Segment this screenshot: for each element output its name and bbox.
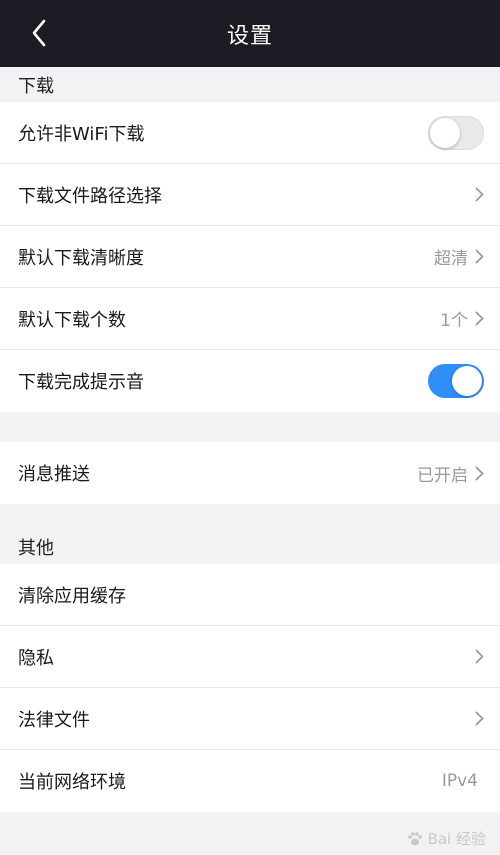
setting-row-push-notifications[interactable]: 消息推送 已开启	[0, 442, 500, 504]
chevron-right-icon	[474, 649, 484, 665]
setting-row-clear-cache[interactable]: 清除应用缓存	[0, 564, 500, 626]
setting-row-network-environment: 当前网络环境 IPv4	[0, 750, 500, 812]
toggle-knob	[430, 117, 460, 148]
setting-label: 法律文件	[18, 709, 90, 731]
setting-row-download-path[interactable]: 下载文件路径选择	[0, 164, 500, 226]
setting-label: 允许非WiFi下载	[18, 123, 145, 145]
setting-label: 默认下载清晰度	[18, 247, 144, 269]
allow-non-wifi-toggle[interactable]	[428, 115, 484, 150]
complete-sound-toggle[interactable]	[428, 364, 484, 398]
paw-icon	[406, 830, 424, 848]
setting-label: 隐私	[18, 647, 54, 669]
setting-row-default-count[interactable]: 默认下载个数 1个	[0, 288, 500, 350]
section-header-other: 其他	[18, 537, 54, 559]
download-settings-list: 允许非WiFi下载 下载文件路径选择 默认下载清晰度 超清 默认下载个数 1个 …	[0, 102, 500, 412]
setting-value: IPv4	[441, 771, 478, 791]
setting-label: 当前网络环境	[18, 772, 126, 793]
setting-row-complete-sound[interactable]: 下载完成提示音	[0, 350, 500, 412]
watermark-text: Bai 经验	[427, 830, 486, 848]
section-header-download: 下载	[18, 75, 54, 97]
setting-label: 默认下载个数	[18, 309, 126, 331]
setting-row-legal-documents[interactable]: 法律文件	[0, 688, 500, 750]
watermark: Bai 经验	[406, 828, 486, 849]
toggle-knob	[452, 366, 482, 396]
other-settings-list: 清除应用缓存 隐私 法律文件 当前网络环境 IPv4	[0, 564, 500, 812]
setting-label: 下载文件路径选择	[18, 185, 162, 207]
setting-label: 消息推送	[18, 464, 90, 485]
setting-value: 超清	[434, 249, 468, 269]
setting-label: 清除应用缓存	[18, 585, 126, 607]
setting-value: 1个	[440, 311, 468, 331]
chevron-right-icon	[474, 187, 484, 203]
chevron-right-icon	[474, 249, 484, 265]
chevron-right-icon	[474, 711, 484, 727]
navigation-bar: 设置	[0, 0, 500, 67]
push-settings-list: 消息推送 已开启	[0, 442, 500, 504]
setting-value: 已开启	[417, 465, 468, 486]
setting-row-privacy[interactable]: 隐私	[0, 626, 500, 688]
page-title: 设置	[226, 23, 273, 49]
setting-row-default-quality[interactable]: 默认下载清晰度 超清	[0, 226, 500, 288]
chevron-right-icon	[474, 465, 484, 481]
setting-row-allow-non-wifi[interactable]: 允许非WiFi下载	[0, 102, 500, 164]
setting-label: 下载完成提示音	[18, 372, 144, 393]
chevron-right-icon	[474, 311, 484, 327]
